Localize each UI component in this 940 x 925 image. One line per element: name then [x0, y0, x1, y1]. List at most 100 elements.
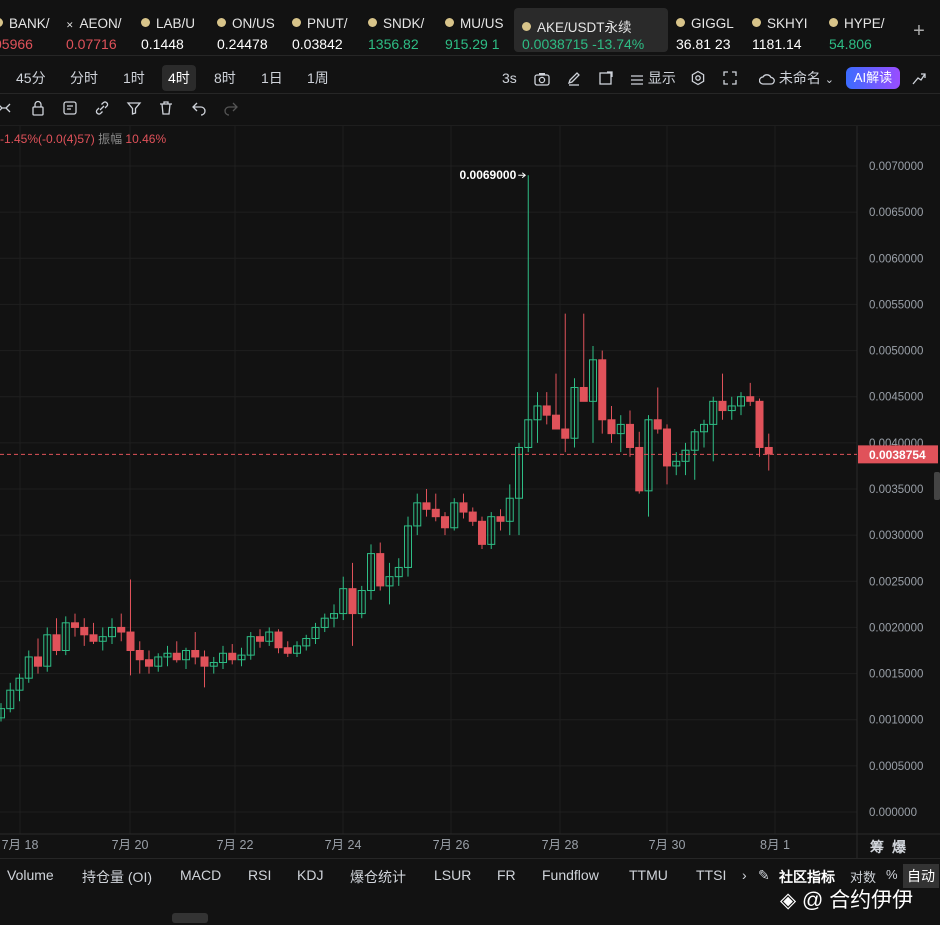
ticker-bar: BANK/05966 ✕ AEON/0.07716 LAB/U 0.1448 ON/US 0…: [0, 0, 940, 56]
candle-body: [478, 520, 486, 545]
camera-icon[interactable]: [534, 65, 550, 91]
ticker-item[interactable]: SNDK/1356.82: [368, 8, 434, 52]
candle-body: [764, 446, 773, 455]
ticker-item[interactable]: ON/US 0.24478: [217, 8, 281, 52]
x-tick-label: 7月 28: [542, 838, 579, 852]
indicator-more-button[interactable]: ›: [742, 867, 747, 883]
indicator-tab[interactable]: Fundflow: [542, 867, 599, 883]
refresh-rate[interactable]: 3s: [502, 65, 517, 91]
ticker-symbol-label: GIGGL: [691, 16, 734, 31]
candle-body: [653, 419, 662, 430]
corner-label: 爆: [892, 839, 907, 856]
undo-icon[interactable]: [191, 100, 213, 122]
candle-body: [348, 588, 357, 615]
ticker-symbol-label: SKHYI: [767, 16, 808, 31]
ticker-price: 0.0038715 -13.74%: [522, 36, 645, 52]
candle-body: [579, 386, 588, 402]
y-tick-label: 0.0050000: [869, 346, 923, 358]
coin-icon: [368, 18, 377, 27]
candle-body: [145, 659, 153, 667]
ticker-symbol: AKE/USDT永续: [514, 16, 668, 36]
indicator-tab[interactable]: LSUR: [434, 867, 471, 883]
link-icon[interactable]: [94, 100, 116, 122]
ticker-item[interactable]: SKHYI 1181.14: [752, 8, 816, 52]
coin-icon: [0, 18, 3, 27]
ticker-price: 54.806: [829, 36, 872, 52]
y-tick-label: 0.000000: [869, 807, 917, 819]
diamond-logo-icon: ◈: [780, 889, 797, 912]
interval-8h[interactable]: 8时: [208, 65, 242, 91]
ticker-symbol-label: BANK/: [9, 16, 50, 31]
ticker-item[interactable]: MU/US 915.29 1: [445, 8, 507, 52]
interval-1h[interactable]: 1时: [117, 65, 151, 91]
y-tick-label: 0.0035000: [869, 484, 923, 496]
ticker-item[interactable]: ✕ AEON/0.07716: [66, 8, 128, 52]
drawing-toolbar: [0, 96, 940, 126]
percent-scale-toggle[interactable]: %: [886, 867, 898, 882]
x-tick-label: 7月 30: [649, 838, 686, 852]
ticker-symbol-label: AEON/: [79, 16, 122, 31]
candlestick-chart[interactable]: 0.0070000 0.0065000 0.0060000 0.0055000 0.00…: [0, 126, 940, 858]
display-menu[interactable]: 显示: [630, 65, 676, 91]
ticker-item[interactable]: LAB/U 0.1448: [141, 8, 205, 52]
ticker-symbol: PNUT/: [292, 16, 356, 31]
ai-analysis-button[interactable]: AI解读: [846, 67, 900, 89]
indicator-tab[interactable]: 持仓量 (OI): [82, 867, 152, 887]
panel-collapse-handle: [934, 472, 940, 500]
interval-4h[interactable]: 4时: [162, 65, 196, 91]
indicator-tab[interactable]: TTSI: [696, 867, 726, 883]
fullscreen-icon[interactable]: [722, 65, 738, 91]
amplitude-label: 振幅: [98, 132, 123, 146]
interval-1d[interactable]: 1日: [255, 65, 289, 91]
ticker-item[interactable]: AKE/USDT永续 0.0038715 -13.74%: [514, 8, 668, 52]
interval-45m[interactable]: 45分: [10, 65, 52, 91]
candle-body: [191, 650, 200, 658]
ticker-item[interactable]: PNUT/0.03842: [292, 8, 356, 52]
ticker-price: 36.81 23: [676, 36, 731, 52]
indicator-tab[interactable]: FR: [497, 867, 516, 883]
indicator-tab[interactable]: KDJ: [297, 867, 323, 883]
indicator-tab[interactable]: MACD: [180, 867, 221, 883]
indicator-tab[interactable]: Volume: [7, 867, 54, 883]
candle-body: [200, 656, 209, 667]
trash-icon[interactable]: [158, 100, 180, 122]
redo-icon[interactable]: [223, 100, 245, 122]
settings-icon[interactable]: [690, 65, 706, 91]
candle-body: [718, 400, 727, 412]
x-tick-label: 7月 18: [2, 838, 39, 852]
candle-body: [496, 516, 505, 522]
indicator-tab[interactable]: TTMU: [629, 867, 668, 883]
ticker-price: 0.24478: [217, 36, 268, 52]
candle-body: [468, 511, 477, 522]
ticker-symbol-label: MU/US: [460, 16, 504, 31]
interval-toolbar: 45分 分时 1时 4时 8时 1日 1周 3s 显示 未命名 ⌄ AI解读: [0, 62, 940, 94]
indicator-tab[interactable]: RSI: [248, 867, 271, 883]
magnet-icon[interactable]: [0, 100, 18, 122]
y-tick-label: 0.0055000: [869, 299, 923, 311]
price-change: -1.45%(-0.0(4)57): [0, 132, 95, 146]
ticker-item[interactable]: GIGGL 36.81 23: [676, 8, 740, 52]
add-symbol-button[interactable]: +: [908, 20, 930, 42]
candle-body: [561, 428, 570, 439]
panel-resize-handle[interactable]: [172, 913, 208, 923]
candle-body: [117, 626, 126, 633]
ticker-item[interactable]: BANK/05966: [0, 8, 54, 52]
y-tick-label: 0.0020000: [869, 622, 923, 634]
indicator-tab[interactable]: 爆仓统计: [350, 867, 406, 887]
filter-icon[interactable]: [126, 100, 148, 122]
ticker-symbol: MU/US: [445, 16, 507, 31]
lock-icon[interactable]: [30, 100, 52, 122]
layout-selector[interactable]: 未命名 ⌄: [758, 65, 834, 91]
candle-body: [441, 516, 449, 529]
interval-1w[interactable]: 1周: [301, 65, 335, 91]
candle-body: [459, 502, 468, 513]
share-window-icon[interactable]: [598, 65, 614, 91]
edit-layer-icon[interactable]: [62, 100, 84, 122]
trend-share-icon[interactable]: [911, 65, 927, 91]
display-label: 显示: [647, 70, 676, 86]
edit-indicator-icon[interactable]: ✎: [758, 867, 770, 884]
pencil-icon[interactable]: [566, 65, 582, 91]
ticker-item[interactable]: HYPE/54.806: [829, 8, 893, 52]
interval-timeline[interactable]: 分时: [64, 65, 104, 91]
ticker-symbol-label: HYPE/: [844, 16, 885, 31]
